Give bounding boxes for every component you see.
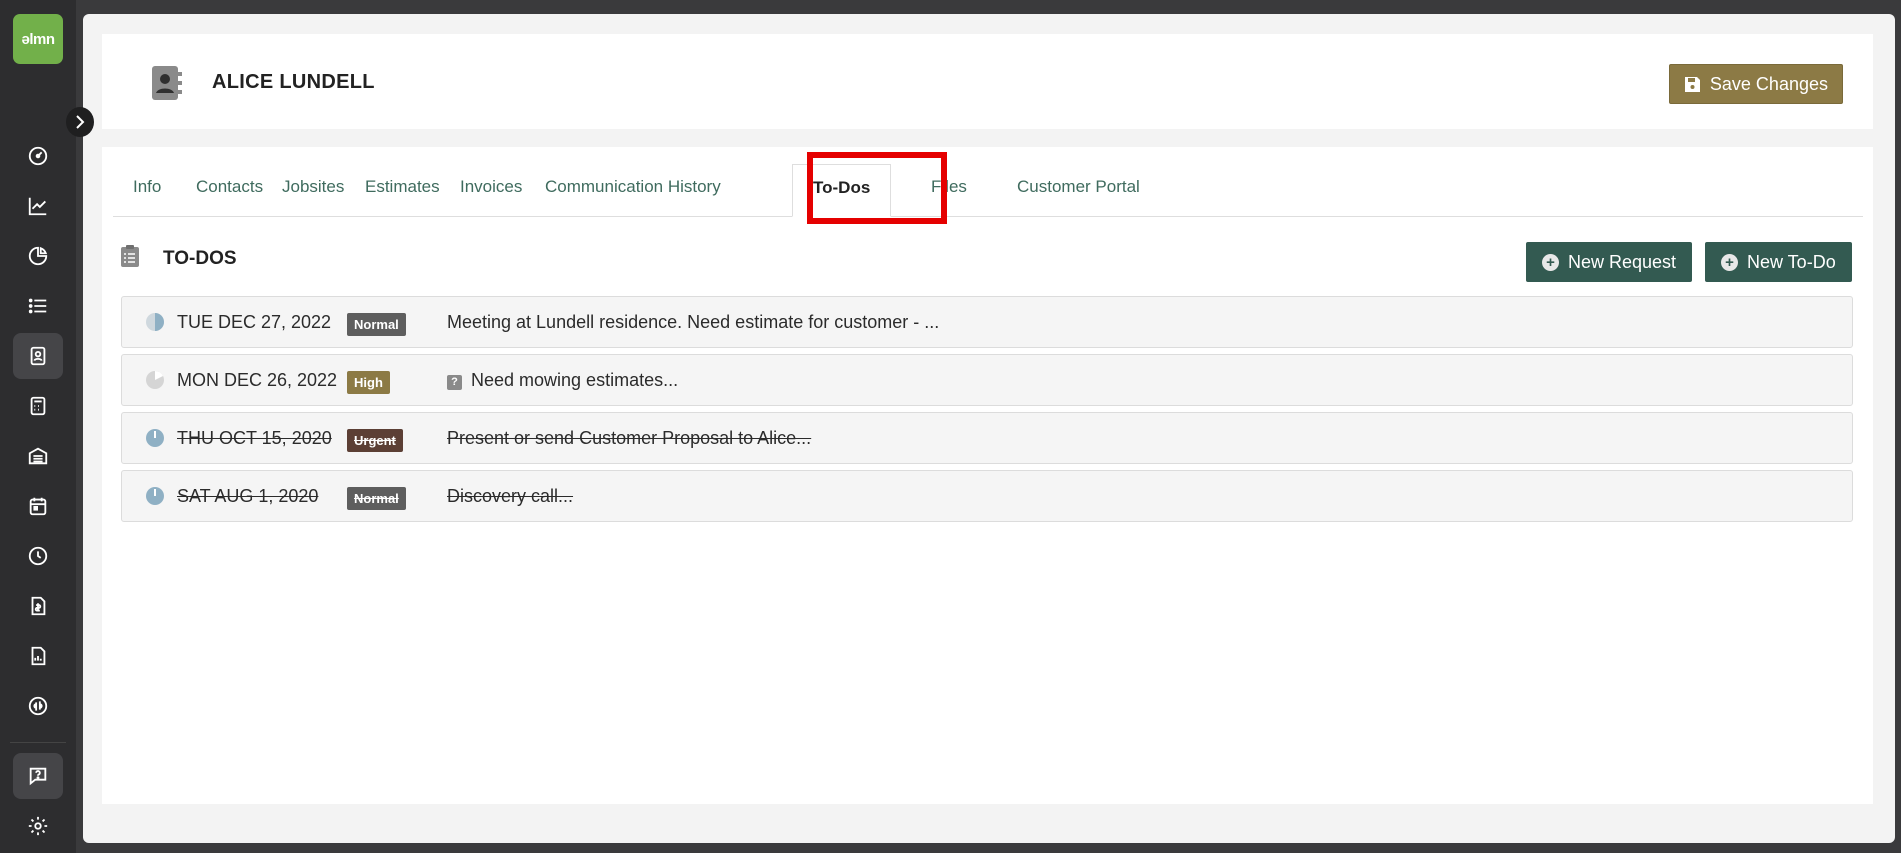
clock-status-icon	[146, 487, 164, 505]
sidebar-collapse-button[interactable]	[66, 107, 94, 137]
save-icon	[1684, 76, 1700, 92]
todo-description: Discovery call...	[447, 486, 574, 506]
todo-description: Present or send Customer Proposal to Ali…	[447, 428, 812, 448]
question-icon: ?	[447, 375, 462, 390]
clipboard-list-icon	[121, 245, 139, 267]
invoice-icon[interactable]	[13, 583, 63, 629]
clock-icon[interactable]	[13, 533, 63, 579]
todo-date: SAT AUG 1, 2020	[177, 486, 319, 506]
logo-text: ǝlmn	[21, 30, 55, 48]
contact-card-icon[interactable]	[13, 333, 63, 379]
chart-line-icon[interactable]	[13, 183, 63, 229]
todo-date: THU OCT 15, 2020	[177, 428, 332, 448]
plus-circle-icon: +	[1542, 253, 1559, 271]
tab-jobsites[interactable]: Jobsites	[282, 177, 344, 197]
customer-header: ALICE LUNDELL Save Changes	[102, 34, 1873, 129]
priority-badge: Urgent	[347, 429, 403, 452]
save-changes-button[interactable]: Save Changes	[1668, 64, 1843, 104]
customer-content: Info Contacts Jobsites Estimates Invoice…	[102, 147, 1873, 804]
customer-name: ALICE LUNDELL	[212, 71, 375, 93]
clock-status-icon	[146, 429, 164, 447]
todo-row[interactable]: MON DEC 26, 2022 High ? Need mowing estim…	[121, 354, 1853, 406]
contact-book-icon	[152, 66, 182, 100]
tab-files[interactable]: Files	[931, 177, 967, 197]
todo-date: TUE DEC 27, 2022	[177, 312, 332, 332]
todo-row[interactable]: THU OCT 15, 2020 Urgent Present or send …	[121, 412, 1853, 464]
todo-date: MON DEC 26, 2022	[177, 370, 338, 390]
todo-description: Meeting at Lundell residence. Need estim…	[447, 312, 940, 332]
main-panel: ALICE LUNDELL Save Changes Info Contacts…	[83, 14, 1895, 843]
quickbooks-icon[interactable]	[13, 683, 63, 729]
tab-contacts[interactable]: Contacts	[196, 177, 263, 197]
chevron-right-icon	[76, 115, 85, 129]
new-request-label: New Request	[1568, 251, 1677, 272]
new-request-button[interactable]: + New Request	[1526, 242, 1693, 282]
todo-row[interactable]: TUE DEC 27, 2022 Normal Meeting at Lunde…	[121, 296, 1853, 348]
help-icon[interactable]	[13, 753, 63, 799]
progress-pie-icon	[146, 371, 164, 389]
section-title: TO-DOS	[163, 248, 237, 269]
todo-description: ? Need mowing estimates...	[447, 370, 678, 391]
sidebar-divider	[10, 742, 66, 743]
progress-pie-icon	[146, 313, 164, 331]
tab-bar: Info Contacts Jobsites Estimates Invoice…	[113, 159, 1863, 217]
priority-badge: Normal	[347, 313, 406, 336]
tab-customer-portal[interactable]: Customer Portal	[1017, 177, 1140, 197]
settings-icon[interactable]	[13, 803, 63, 849]
tab-to-dos[interactable]: To-Dos	[792, 164, 892, 217]
pie-chart-icon[interactable]	[13, 233, 63, 279]
garage-icon[interactable]	[13, 433, 63, 479]
todo-description-text: Need mowing estimates...	[471, 370, 679, 390]
calendar-icon[interactable]	[13, 483, 63, 529]
new-todo-button[interactable]: + New To-Do	[1705, 242, 1852, 282]
tab-communication-history[interactable]: Communication History	[545, 177, 721, 197]
sidebar: ǝlmn	[0, 0, 76, 853]
tab-info[interactable]: Info	[133, 177, 161, 197]
plus-circle-icon: +	[1721, 253, 1738, 271]
save-changes-label: Save Changes	[1709, 73, 1828, 94]
dashboard-icon[interactable]	[13, 133, 63, 179]
tab-estimates[interactable]: Estimates	[365, 177, 440, 197]
report-icon[interactable]	[13, 633, 63, 679]
priority-badge: Normal	[347, 487, 406, 510]
priority-badge: High	[347, 371, 390, 394]
app-logo[interactable]: ǝlmn	[13, 14, 63, 64]
new-todo-label: New To-Do	[1747, 251, 1836, 272]
todo-row[interactable]: SAT AUG 1, 2020 Normal Discovery call...	[121, 470, 1853, 522]
list-icon[interactable]	[13, 283, 63, 329]
tab-invoices[interactable]: Invoices	[460, 177, 522, 197]
calculator-icon[interactable]	[13, 383, 63, 429]
